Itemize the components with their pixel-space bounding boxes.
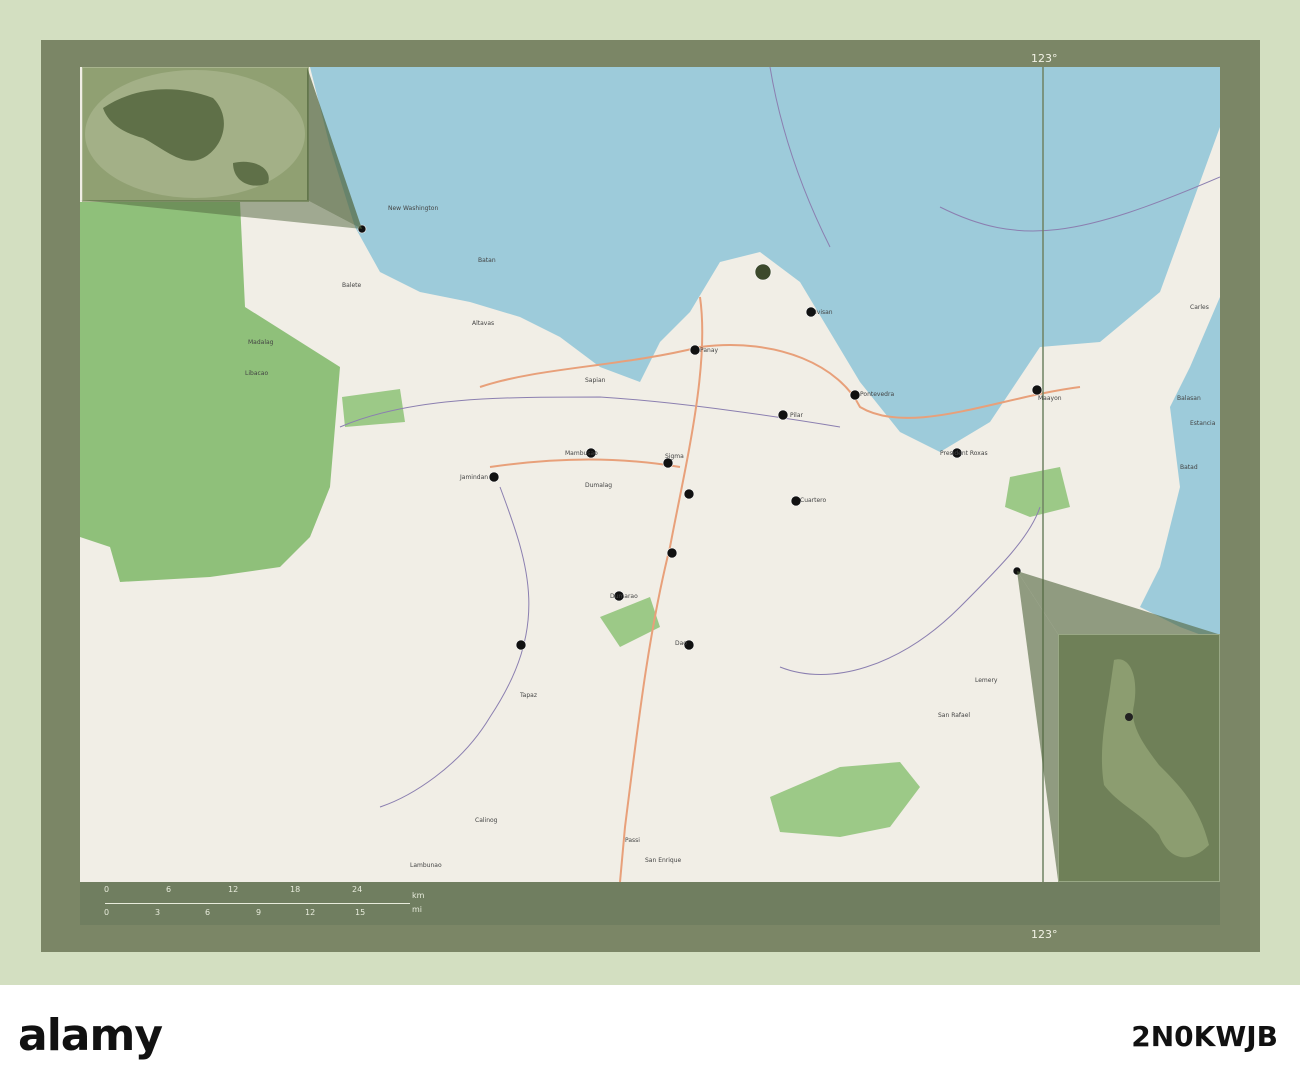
longitude-label-bottom: 123° [1031,928,1058,941]
scale-mi-label: 0 [104,908,110,917]
watermark-footer [0,985,1300,1084]
scale-mi-label: 12 [305,908,316,917]
scale-km-label: 6 [166,885,172,894]
scale-mi-unit: mi [412,905,423,914]
scale-bar: 0 6 12 18 24 km 0 3 6 9 12 15 mi [80,882,1220,925]
scale-mi-label: 9 [256,908,262,917]
image-id: 2N0KWJB [1131,1020,1278,1053]
scale-mi-label: 3 [155,908,161,917]
scale-km-label: 12 [228,885,239,894]
inset-connectors [80,67,1218,880]
scale-mi-label: 6 [205,908,211,917]
scale-km-label: 24 [352,885,363,894]
longitude-label-top: 123° [1031,52,1058,65]
scale-km-label: 18 [290,885,301,894]
alamy-logo: alamy [18,1010,163,1061]
scale-mi-label: 15 [355,908,366,917]
scale-km-unit: km [412,891,425,900]
scale-km-label: 0 [104,885,110,894]
